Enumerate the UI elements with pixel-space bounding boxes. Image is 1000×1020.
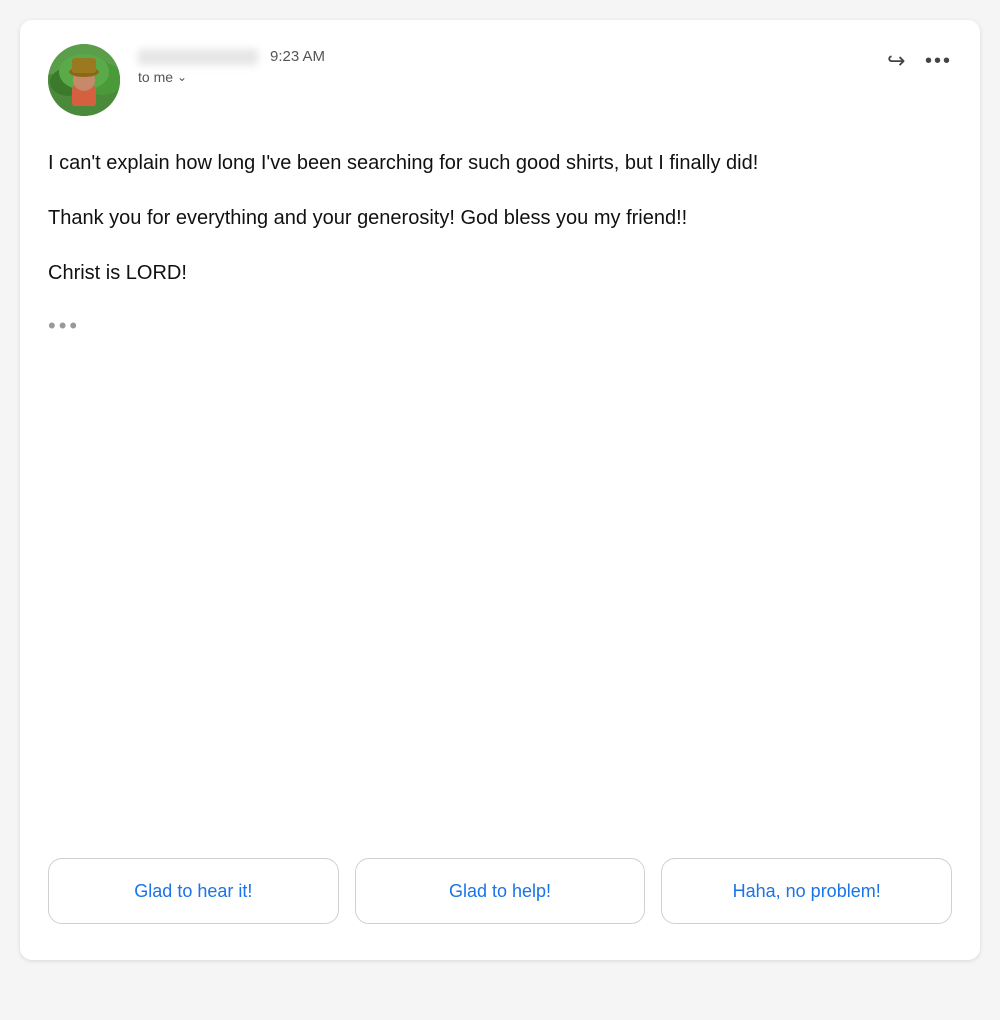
avatar: [48, 44, 120, 116]
more-options-icon[interactable]: •••: [925, 50, 952, 73]
quick-replies-container: Glad to hear it! Glad to help! Haha, no …: [48, 858, 952, 924]
sender-info: 9:23 AM to me ⌄: [138, 44, 325, 85]
email-paragraph-3: Christ is LORD!: [48, 258, 952, 289]
sender-name-row: 9:23 AM: [138, 48, 325, 65]
email-header: 9:23 AM to me ⌄ ↩ •••: [20, 20, 980, 132]
reply-icon[interactable]: ↩: [887, 48, 905, 74]
email-ellipsis: •••: [48, 313, 952, 339]
chevron-down-icon[interactable]: ⌄: [177, 70, 187, 84]
email-card: 9:23 AM to me ⌄ ↩ ••• I can't explain ho…: [20, 20, 980, 960]
email-time: 9:23 AM: [270, 48, 325, 65]
email-paragraph-2: Thank you for everything and your genero…: [48, 203, 952, 234]
quick-reply-button-2[interactable]: Glad to help!: [355, 858, 646, 924]
email-body: I can't explain how long I've been searc…: [20, 132, 980, 371]
quick-reply-button-1[interactable]: Glad to hear it!: [48, 858, 339, 924]
email-paragraph-1: I can't explain how long I've been searc…: [48, 148, 952, 179]
to-me-label: to me: [138, 69, 173, 85]
quick-reply-button-3[interactable]: Haha, no problem!: [661, 858, 952, 924]
header-actions: ↩ •••: [887, 48, 952, 74]
to-me-row[interactable]: to me ⌄: [138, 69, 325, 85]
sender-name-blur: [138, 49, 258, 65]
